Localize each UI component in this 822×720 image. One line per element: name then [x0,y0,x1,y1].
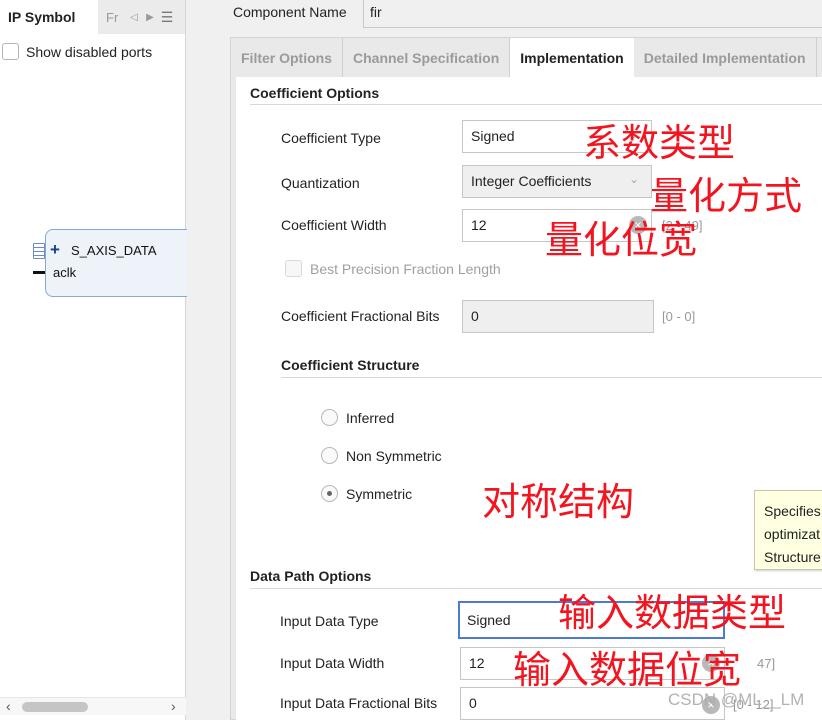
annotation-quantization: 量化方式 [650,174,803,218]
tab-frequency-response[interactable]: Fr [98,10,126,25]
watermark: CSDN @ML__LM [668,690,805,709]
coefficient-structure-title: Coefficient Structure [281,357,420,373]
tab-scroll-left-icon[interactable]: ◁ [126,12,142,23]
config-tabs: Filter Options Channel Specification Imp… [231,38,817,77]
input-data-width-range: 47] [757,656,776,671]
horizontal-scrollbar[interactable]: ‹ › [0,697,186,715]
component-name-row: Component Name fir [233,0,822,28]
left-tab-bar: IP Symbol Fr ◁ ▶ ☰ [0,0,185,34]
radio-label: Inferred [346,409,395,426]
tooltip-line: Specifies [764,503,821,519]
best-precision-label: Best Precision Fraction Length [310,260,501,277]
input-data-type-value: Signed [467,612,511,628]
section-divider [250,588,822,589]
ip-symbol-panel: IP Symbol Fr ◁ ▶ ☰ Show disabled ports +… [0,0,187,720]
coefficient-fractional-bits-range: [0 - 0] [662,309,696,324]
radio-label: Non Symmetric [346,447,442,464]
clock-pin [33,271,45,274]
radio-symmetric[interactable]: Symmetric [321,485,412,502]
checkbox-box [285,260,302,277]
tooltip: Specifies optimizat Structure [754,490,822,570]
expand-interface-icon[interactable]: + [50,240,60,260]
tab-filter-options[interactable]: Filter Options [231,38,343,77]
chevron-down-icon: ⌄ [628,172,639,186]
coefficient-fractional-bits-label: Coefficient Fractional Bits [281,308,440,324]
tooltip-line: optimizat [764,526,821,542]
section-divider [250,104,822,105]
tooltip-line: Structure [764,549,821,565]
coefficient-type-label: Coefficient Type [281,130,381,146]
annotation-input-data-width: 输入数据位宽 [513,648,742,692]
scrollbar-thumb[interactable] [22,702,88,712]
best-precision-checkbox: Best Precision Fraction Length [285,260,501,277]
show-disabled-ports-checkbox[interactable]: Show disabled ports [2,43,152,60]
interface-s-axis-data: S_AXIS_DATA [71,243,157,258]
fir-compiler-customize-ip: IP Symbol Fr ◁ ▶ ☰ Show disabled ports +… [0,0,822,720]
tab-channel-specification[interactable]: Channel Specification [343,38,511,77]
tab-menu-icon[interactable]: ☰ [158,9,176,26]
radio-label: Symmetric [346,485,413,502]
tab-implementation[interactable]: Implementation [510,38,634,77]
annotation-symmetric: 对称结构 [482,480,635,524]
radio-button[interactable] [321,409,338,426]
tab-scroll-right-icon[interactable]: ▶ [142,12,158,23]
annotation-coefficient-type: 系数类型 [583,121,736,165]
quantization-select[interactable]: Integer Coefficients ⌄ [462,165,652,198]
input-data-fractional-bits-label: Input Data Fractional Bits [280,695,438,711]
radio-non-symmetric[interactable]: Non Symmetric [321,447,442,464]
annotation-quantization-width: 量化位宽 [545,218,698,262]
scroll-left-icon[interactable]: ‹ [6,698,11,714]
input-data-type-label: Input Data Type [280,613,379,629]
coefficient-width-label: Coefficient Width [281,217,387,233]
checkbox-box[interactable] [2,43,19,60]
scroll-right-icon[interactable]: › [171,698,176,714]
input-data-width-label: Input Data Width [280,655,385,671]
section-divider [281,377,822,378]
radio-inferred[interactable]: Inferred [321,409,394,426]
coefficient-fractional-bits-input[interactable]: 0 [462,300,654,333]
radio-button[interactable] [321,447,338,464]
ip-block-symbol [45,229,187,297]
tab-detailed-implementation[interactable]: Detailed Implementation [634,38,817,77]
axi-bus-icon [33,243,45,259]
component-name-label: Component Name [233,4,347,20]
coefficient-type-value: Signed [471,128,515,144]
annotation-input-data-type: 输入数据类型 [558,591,787,635]
quantization-label: Quantization [281,175,360,191]
quantization-value: Integer Coefficients [471,173,592,189]
coefficient-options-title: Coefficient Options [250,85,380,101]
port-aclk: aclk [53,265,77,280]
show-disabled-ports-label: Show disabled ports [26,43,153,60]
data-path-options-title: Data Path Options [250,568,372,584]
component-name-input[interactable]: fir [363,0,822,28]
tab-ip-symbol[interactable]: IP Symbol [0,0,98,34]
radio-button-selected[interactable] [321,485,338,502]
